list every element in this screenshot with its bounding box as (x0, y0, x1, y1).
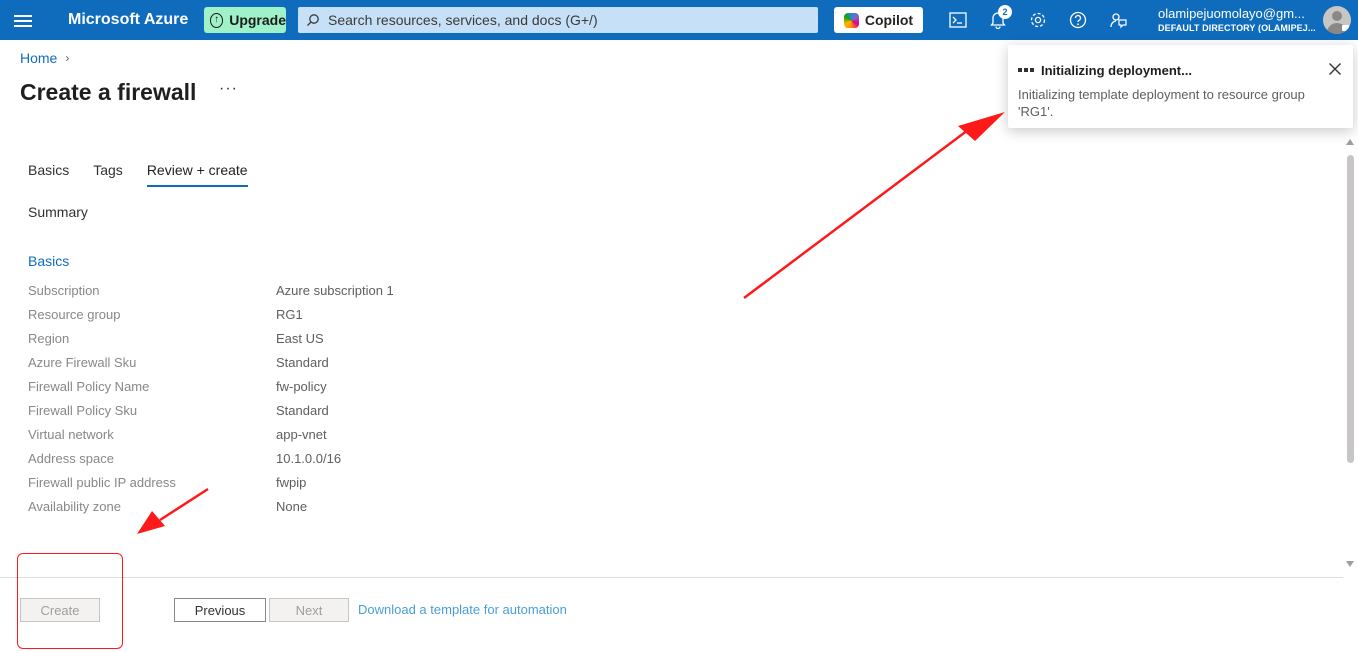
lock-icon (1342, 25, 1349, 31)
row-key: Firewall Policy Sku (28, 403, 138, 418)
row-key: Firewall Policy Name (28, 379, 150, 394)
account-menu[interactable]: olamipejuomolayo@gm... DEFAULT DIRECTORY… (1158, 6, 1316, 33)
feedback-icon[interactable] (1106, 8, 1130, 32)
progress-dots-icon (1018, 68, 1034, 72)
row-value: Standard (276, 355, 329, 370)
summary-row: Firewall public IP address fwpip (28, 475, 394, 499)
vertical-scrollbar[interactable] (1343, 135, 1358, 575)
annotation-arrowhead-notification (958, 112, 1005, 141)
row-value: fw-policy (276, 379, 327, 394)
row-value: RG1 (276, 307, 303, 322)
row-key: Virtual network (28, 427, 114, 442)
summary-row: Firewall Policy Sku Standard (28, 403, 394, 427)
summary-row: Resource group RG1 (28, 307, 394, 331)
summary-row: Firewall Policy Name fw-policy (28, 379, 394, 403)
row-key: Subscription (28, 283, 100, 298)
account-directory: DEFAULT DIRECTORY (OLAMIPEJ... (1158, 23, 1316, 33)
row-value: None (276, 499, 308, 514)
help-icon[interactable] (1066, 8, 1090, 32)
scroll-down-icon[interactable] (1346, 561, 1354, 567)
arrow-up-circle-icon: ↑ (210, 12, 224, 28)
cloud-shell-icon[interactable] (946, 8, 970, 32)
close-icon[interactable] (1328, 62, 1342, 76)
row-key: Resource group (28, 307, 121, 322)
annotation-arrow-to-notification (743, 129, 969, 299)
tab-basics[interactable]: Basics (28, 162, 69, 187)
notifications-icon[interactable]: 2 (986, 5, 1012, 32)
search-box[interactable] (298, 7, 818, 33)
notification-count-badge: 2 (998, 5, 1012, 19)
upgrade-button[interactable]: ↑ Upgrade (204, 7, 286, 33)
row-value: East US (276, 331, 324, 346)
chevron-right-icon: › (65, 51, 70, 65)
copilot-icon (843, 12, 859, 28)
settings-gear-icon[interactable] (1026, 8, 1050, 32)
row-key: Firewall public IP address (28, 475, 176, 490)
row-value: app-vnet (276, 427, 327, 442)
summary-row: Address space 10.1.0.0/16 (28, 451, 394, 475)
avatar[interactable] (1323, 6, 1351, 34)
section-title-basics: Basics (28, 253, 70, 269)
summary-heading: Summary (28, 204, 88, 220)
copilot-button[interactable]: Copilot (834, 7, 923, 33)
next-button[interactable]: Next (269, 598, 349, 622)
page-title: Create a firewall (20, 79, 197, 105)
notification-title: Initializing deployment... (1041, 63, 1192, 78)
more-options-icon[interactable]: ··· (219, 80, 238, 98)
row-key: Address space (28, 451, 114, 466)
notification-body: Initializing template deployment to reso… (1018, 87, 1305, 119)
row-key: Availability zone (28, 499, 121, 514)
deployment-notification: Initializing deployment... Initializing … (1008, 45, 1353, 128)
row-value: Azure subscription 1 (276, 283, 394, 298)
breadcrumb-home-link[interactable]: Home (20, 50, 57, 66)
row-key: Azure Firewall Sku (28, 355, 137, 370)
tab-review-create[interactable]: Review + create (146, 162, 248, 187)
scroll-thumb[interactable] (1347, 155, 1354, 463)
row-value: fwpip (276, 475, 307, 490)
annotation-highlight-box (17, 553, 123, 649)
top-bar: Microsoft Azure ↑ Upgrade Copilot 2 olam… (0, 0, 1358, 40)
scroll-up-icon[interactable] (1346, 139, 1354, 145)
search-input[interactable] (328, 12, 808, 28)
footer-divider (0, 577, 1343, 578)
summary-row: Subscription Azure subscription 1 (28, 283, 394, 307)
row-key: Region (28, 331, 70, 346)
account-email: olamipejuomolayo@gm... (1158, 6, 1305, 21)
tab-tags[interactable]: Tags (93, 162, 123, 187)
wizard-tabs: Basics Tags Review + create (28, 162, 272, 187)
previous-button[interactable]: Previous (174, 598, 266, 622)
row-value: Standard (276, 403, 329, 418)
summary-row: Azure Firewall Sku Standard (28, 355, 394, 379)
summary-row: Region East US (28, 331, 394, 355)
upgrade-label: Upgrade (229, 12, 286, 28)
download-template-link[interactable]: Download a template for automation (358, 602, 567, 617)
copilot-label: Copilot (864, 12, 914, 28)
breadcrumb: Home › (20, 50, 69, 66)
search-icon (307, 14, 319, 26)
summary-row: Availability zone None (28, 499, 394, 523)
summary-table: Subscription Azure subscription 1 Resourc… (28, 283, 394, 523)
brand-title[interactable]: Microsoft Azure (68, 11, 188, 29)
summary-row: Virtual network app-vnet (28, 427, 394, 451)
row-value: 10.1.0.0/16 (276, 451, 342, 466)
menu-icon[interactable] (14, 12, 32, 28)
